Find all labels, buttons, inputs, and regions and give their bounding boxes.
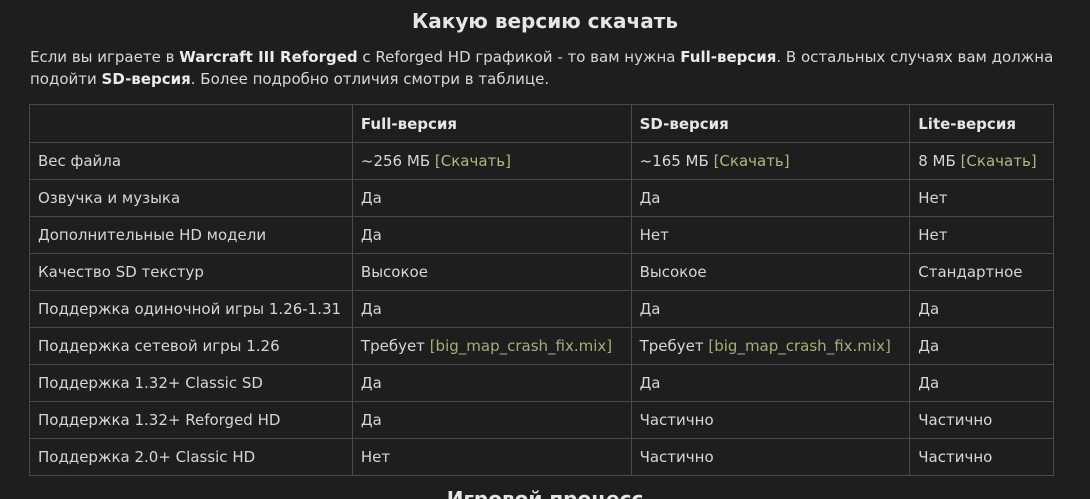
header-full: Full-версия xyxy=(351,104,632,143)
table-row: Озвучка и музыка Да Да Нет xyxy=(29,179,1054,217)
cell-sd-network: Требует [big_map_crash_fix.mix] xyxy=(630,327,911,365)
row-label: Поддержка сетевой игры 1.26 xyxy=(29,327,353,365)
cell-sd-size: ~165 МБ [Скачать] xyxy=(630,142,911,180)
cell-full: Нет xyxy=(351,438,632,476)
cell-full: Да xyxy=(351,401,632,439)
row-label: Поддержка одиночной игры 1.26-1.31 xyxy=(29,290,353,328)
cell-full-network: Требует [big_map_crash_fix.mix] xyxy=(351,327,632,365)
cell-lite: Нет xyxy=(909,216,1054,254)
table-row-network-play: Поддержка сетевой игры 1.26 Требует [big… xyxy=(29,327,1054,365)
cell-sd: Высокое xyxy=(630,253,911,291)
table-row: Поддержка 1.32+ Classic SD Да Да Да xyxy=(29,364,1054,402)
cell-full: Да xyxy=(351,364,632,402)
header-lite: Lite-версия xyxy=(909,104,1054,143)
row-label: Озвучка и музыка xyxy=(29,179,353,217)
table-row-file-size: Вес файла ~256 МБ [Скачать] ~165 МБ [Ска… xyxy=(29,142,1054,180)
cell-full-size: ~256 МБ [Скачать] xyxy=(351,142,632,180)
cell-full: Высокое xyxy=(351,253,632,291)
cell-sd: Нет xyxy=(630,216,911,254)
intro-text: Если вы играете в xyxy=(30,48,180,66)
cell-lite: Частично xyxy=(909,401,1054,439)
table-row: Дополнительные HD модели Да Нет Нет xyxy=(29,216,1054,254)
table-row: Поддержка одиночной игры 1.26-1.31 Да Да… xyxy=(29,290,1054,328)
row-label: Качество SD текстур xyxy=(29,253,353,291)
table-row: Поддержка 2.0+ Classic HD Нет Частично Ч… xyxy=(29,438,1054,476)
size-value: ~256 МБ xyxy=(360,152,431,170)
cell-lite-network: Да xyxy=(909,327,1054,365)
row-label: Дополнительные HD модели xyxy=(29,216,353,254)
cell-full: Да xyxy=(351,290,632,328)
cell-lite: Стандартное xyxy=(909,253,1054,291)
row-label: Поддержка 1.32+ Classic SD xyxy=(29,364,353,402)
header-sd: SD-версия xyxy=(630,104,911,143)
requires-text: Требует xyxy=(360,337,425,355)
version-comparison-table: Full-версия SD-версия Lite-версия Вес фа… xyxy=(29,104,1054,476)
table-header-row: Full-версия SD-версия Lite-версия xyxy=(29,104,1054,143)
cell-lite: Нет xyxy=(909,179,1054,217)
crash-fix-full-link[interactable]: [big_map_crash_fix.mix] xyxy=(430,337,612,355)
intro-paragraph: Если вы играете в Warcraft III Reforged … xyxy=(30,46,1060,90)
row-label: Вес файла xyxy=(29,142,353,180)
cell-lite-size: 8 МБ [Скачать] xyxy=(909,142,1054,180)
cell-sd: Да xyxy=(630,179,911,217)
crash-fix-sd-link[interactable]: [big_map_crash_fix.mix] xyxy=(708,337,890,355)
cell-lite: Да xyxy=(909,290,1054,328)
row-label: Поддержка 1.32+ Reforged HD xyxy=(29,401,353,439)
download-full-link[interactable]: [Скачать] xyxy=(435,152,511,170)
intro-bold-reforged: Warcraft III Reforged xyxy=(179,48,358,66)
size-value: 8 МБ xyxy=(918,152,956,170)
intro-bold-sd: SD-версия xyxy=(101,70,191,88)
size-value: ~165 МБ xyxy=(639,152,709,170)
intro-text: с Reforged HD графикой - то вам нужна xyxy=(357,48,681,66)
row-label: Поддержка 2.0+ Classic HD xyxy=(29,438,353,476)
table-row: Качество SD текстур Высокое Высокое Стан… xyxy=(29,253,1054,291)
cell-full: Да xyxy=(351,216,632,254)
cell-sd: Да xyxy=(630,290,911,328)
cell-sd: Частично xyxy=(630,401,911,439)
page-title: Какую версию скачать xyxy=(411,9,679,33)
cell-full: Да xyxy=(351,179,632,217)
cell-sd: Частично xyxy=(630,438,911,476)
intro-bold-full: Full-версия xyxy=(680,48,777,66)
cell-lite: Да xyxy=(909,364,1054,402)
download-sd-link[interactable]: [Скачать] xyxy=(714,152,790,170)
requires-text: Требует xyxy=(639,337,704,355)
next-section-heading: Игровой процесс xyxy=(446,487,644,499)
table-row: Поддержка 1.32+ Reforged HD Да Частично … xyxy=(29,401,1054,439)
header-empty xyxy=(29,104,353,143)
cell-sd: Да xyxy=(630,364,911,402)
cell-lite: Частично xyxy=(909,438,1054,476)
intro-text: . Более подробно отличия смотри в таблиц… xyxy=(190,70,550,88)
download-lite-link[interactable]: [Скачать] xyxy=(961,152,1037,170)
